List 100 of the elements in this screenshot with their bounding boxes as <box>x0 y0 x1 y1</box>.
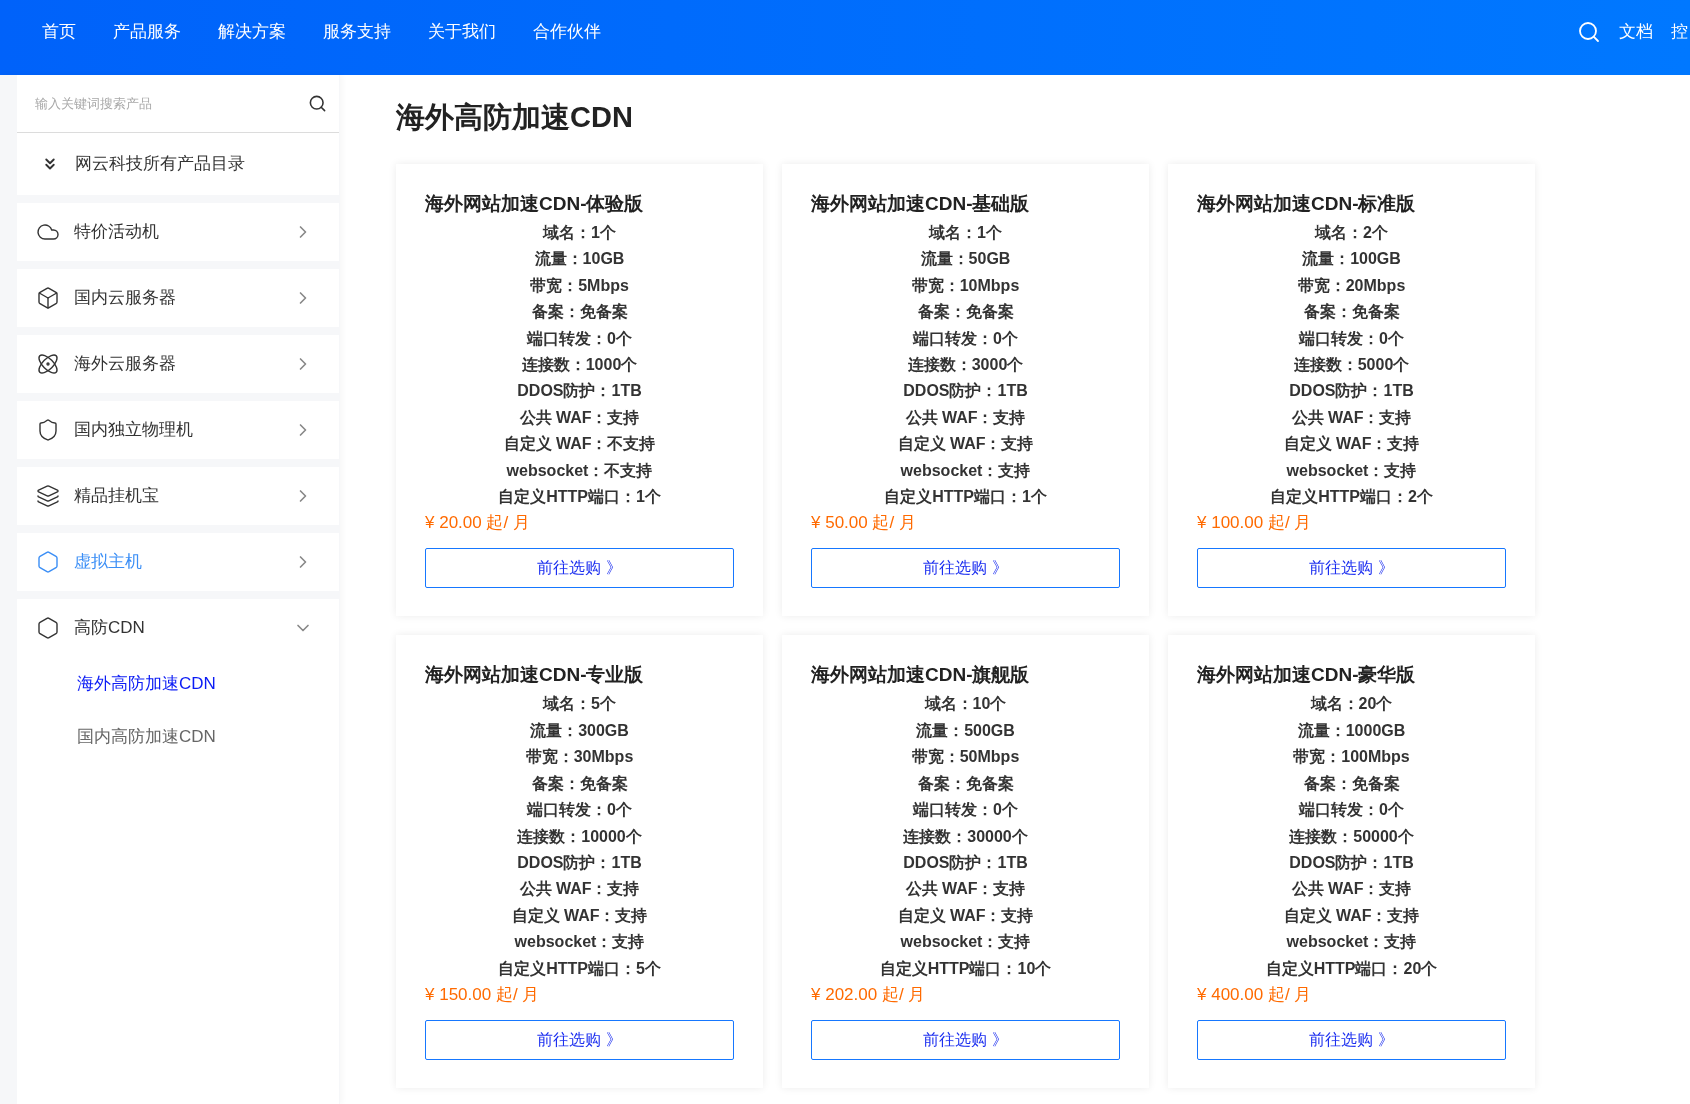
spec-line: 自定义 WAF：支持 <box>1282 434 1421 455</box>
spec-line: 端口转发：0个 <box>1297 328 1405 349</box>
shield-icon <box>36 418 60 442</box>
sidebar-item-label: 高防CDN <box>74 617 145 640</box>
spec-line: 带宽：10Mbps <box>910 275 1021 296</box>
spec-line: 连接数：5000个 <box>1292 355 1411 376</box>
price-text: ¥ 50.00 起/ 月 <box>811 512 917 535</box>
spec-line: DDOS防护：1TB <box>902 381 1029 402</box>
spec-line: 备案：免备案 <box>1302 773 1401 794</box>
sidebar-item-label: 国内独立物理机 <box>74 419 193 442</box>
spec-line: 连接数：50000个 <box>1288 826 1415 847</box>
nav-link[interactable]: 解决方案 <box>218 19 286 45</box>
sidebar-item-label: 海外云服务器 <box>74 353 176 376</box>
card-title: 海外网站加速CDN-标准版 <box>1197 192 1417 216</box>
search-field[interactable]: 输入关键词搜索产品 <box>35 93 308 114</box>
spec-line: 端口转发：0个 <box>911 800 1019 821</box>
layers-icon <box>36 484 60 508</box>
price-text: ¥ 400.00 起/ 月 <box>1197 983 1313 1006</box>
spec-line: 流量：500GB <box>915 720 1016 741</box>
spec-line: 备案：免备案 <box>1302 302 1401 323</box>
sidebar-item-label: 特价活动机 <box>74 221 159 244</box>
spec-line: 公共 WAF：支持 <box>518 407 641 428</box>
price-text: ¥ 100.00 起/ 月 <box>1197 512 1313 535</box>
spec-line: 连接数：10000个 <box>516 826 643 847</box>
spec-line: 自定义 WAF：支持 <box>896 434 1035 455</box>
spec-line: 端口转发：0个 <box>525 328 633 349</box>
nav-link[interactable]: 首页 <box>42 19 76 45</box>
spec-line: 自定义HTTP端口：2个 <box>1269 487 1434 508</box>
sidebar-item[interactable]: 高防CDN 海外高防加速CDN 国内高防加速CDN <box>17 599 339 1104</box>
sidebar-item[interactable]: 精品挂机宝 <box>17 467 339 525</box>
spec-line: 域名：1个 <box>541 223 617 243</box>
spec-line: 流量：10GB <box>533 249 626 270</box>
buy-button[interactable]: 前往选购 》 <box>1197 1019 1506 1060</box>
buy-button[interactable]: 前往选购 》 <box>425 1019 734 1060</box>
spec-line: websocket：不支持 <box>505 460 654 481</box>
search-icon[interactable] <box>308 94 327 113</box>
spec-line: 带宽：5Mbps <box>529 275 630 296</box>
price-text: ¥ 150.00 起/ 月 <box>425 983 541 1006</box>
cube-icon <box>36 286 60 310</box>
nav-link[interactable]: 关于我们 <box>428 19 496 45</box>
spec-line: 域名：5个 <box>541 694 617 715</box>
price-text: ¥ 202.00 起/ 月 <box>811 983 927 1006</box>
spec-line: 自定义 WAF：不支持 <box>502 434 657 455</box>
spec-line: 自定义HTTP端口：20个 <box>1264 958 1439 979</box>
spec-line: 带宽：20Mbps <box>1296 275 1407 296</box>
buy-button[interactable]: 前往选购 》 <box>811 1019 1120 1060</box>
page-title: 海外高防加速CDN <box>396 100 634 135</box>
price-text: ¥ 20.00 起/ 月 <box>425 512 531 535</box>
spec-line: websocket：支持 <box>899 932 1032 953</box>
hexagon-icon <box>36 550 60 574</box>
card-title: 海外网站加速CDN-豪华版 <box>1197 663 1417 688</box>
buy-button[interactable]: 前往选购 》 <box>811 548 1120 589</box>
spec-line: 公共 WAF：支持 <box>1290 879 1413 900</box>
spec-line: 流量：100GB <box>1301 249 1402 270</box>
buy-button[interactable]: 前往选购 》 <box>1197 548 1506 589</box>
buy-button[interactable]: 前往选购 》 <box>425 548 734 589</box>
spec-line: 自定义HTTP端口：10个 <box>878 958 1053 979</box>
spec-line: 自定义 WAF：支持 <box>1282 905 1421 926</box>
spec-line: websocket：支持 <box>513 932 646 953</box>
spec-line: 流量：1000GB <box>1296 720 1407 741</box>
spec-line: 备案：免备案 <box>530 773 629 794</box>
spec-line: 带宽：100Mbps <box>1292 747 1411 768</box>
spec-line: 带宽：50Mbps <box>910 747 1021 768</box>
sidebar-item-label: 精品挂机宝 <box>74 485 159 508</box>
spec-line: 流量：50GB <box>919 249 1012 270</box>
spec-line: 公共 WAF：支持 <box>904 879 1027 900</box>
sidebar-subitem[interactable]: 国内高防加速CDN <box>17 710 339 763</box>
nav-link[interactable]: 控 <box>1671 19 1688 45</box>
nav-link[interactable]: 服务支持 <box>323 19 391 45</box>
sidebar-item[interactable]: 海外云服务器 <box>17 335 339 393</box>
spec-line: 连接数：3000个 <box>906 355 1025 376</box>
catalog-heading: 网云科技所有产品目录 <box>75 153 245 176</box>
spec-line: 公共 WAF：支持 <box>518 879 641 900</box>
spec-line: 域名：20个 <box>1309 694 1394 715</box>
card-title: 海外网站加速CDN-基础版 <box>811 192 1031 216</box>
spec-line: 域名：2个 <box>1313 223 1389 243</box>
nav-link[interactable]: 产品服务 <box>113 19 181 45</box>
nav-link[interactable]: 合作伙伴 <box>533 19 601 45</box>
spec-line: 自定义HTTP端口：1个 <box>497 487 662 508</box>
sidebar-item[interactable]: 特价活动机 <box>17 203 339 261</box>
spec-line: websocket：支持 <box>1285 460 1418 481</box>
spec-line: 连接数：30000个 <box>902 826 1029 847</box>
card-title: 海外网站加速CDN-体验版 <box>425 192 645 216</box>
spec-line: 端口转发：0个 <box>1297 800 1405 821</box>
sidebar-subitem[interactable]: 海外高防加速CDN <box>17 657 339 710</box>
spec-line: 自定义 WAF：支持 <box>896 905 1035 926</box>
spec-line: 备案：免备案 <box>916 302 1015 323</box>
spec-line: 流量：300GB <box>529 720 630 741</box>
sidebar-item[interactable]: 国内独立物理机 <box>17 401 339 459</box>
card-title: 海外网站加速CDN-旗舰版 <box>811 663 1031 688</box>
spec-line: websocket：支持 <box>1285 932 1418 953</box>
spec-line: DDOS防护：1TB <box>1288 381 1415 402</box>
spec-line: 端口转发：0个 <box>911 328 1019 349</box>
spec-line: 备案：免备案 <box>916 773 1015 794</box>
sidebar-item-label: 国内云服务器 <box>74 287 176 310</box>
spec-line: websocket：支持 <box>899 460 1032 481</box>
spec-line: 自定义HTTP端口：5个 <box>497 958 662 979</box>
nav-link[interactable]: 文档 <box>1619 19 1653 45</box>
spec-line: DDOS防护：1TB <box>516 381 643 402</box>
sidebar-item[interactable]: 国内云服务器 <box>17 269 339 327</box>
